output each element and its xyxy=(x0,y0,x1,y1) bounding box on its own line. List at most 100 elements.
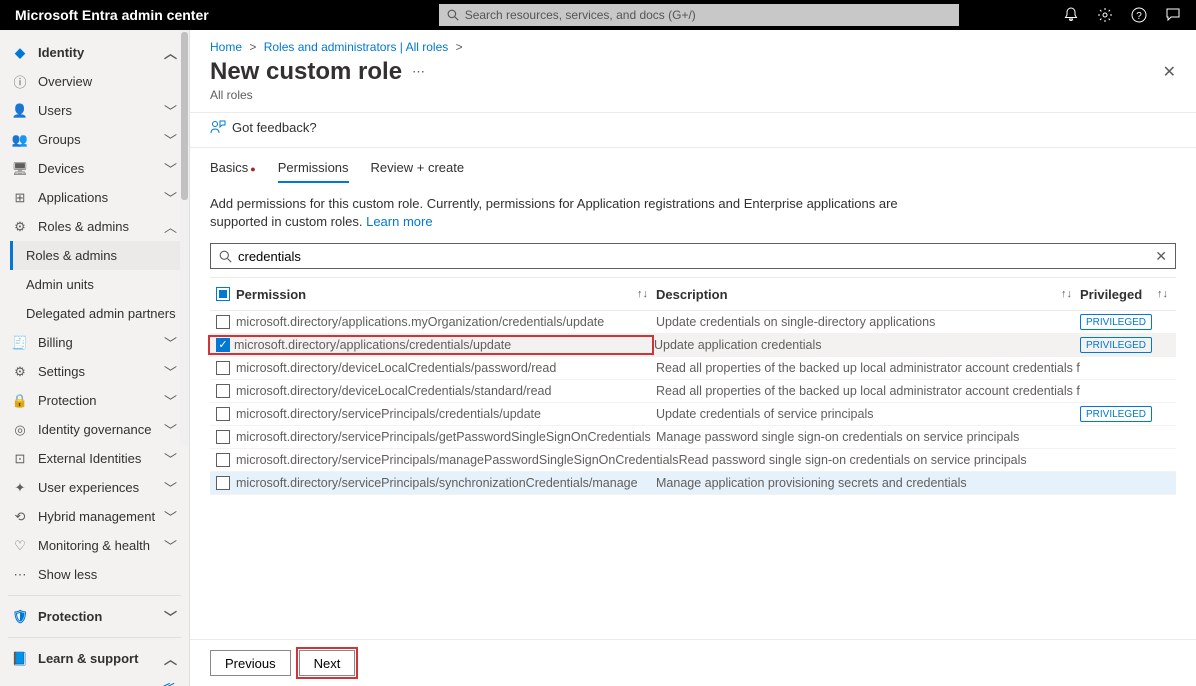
next-button[interactable]: Next xyxy=(299,650,356,676)
table-row[interactable]: microsoft.directory/servicePrincipals/ma… xyxy=(210,449,1176,472)
previous-button[interactable]: Previous xyxy=(210,650,291,676)
person-feedback-icon xyxy=(210,119,226,135)
nav-groups[interactable]: 👥Groups﹀ xyxy=(0,125,189,154)
feedback-icon[interactable] xyxy=(1165,7,1181,23)
nav-protection[interactable]: 🔒Protection﹀ xyxy=(0,386,189,415)
hybrid-icon: ⟲ xyxy=(12,509,28,525)
book-icon: 📘 xyxy=(12,651,28,667)
row-checkbox[interactable] xyxy=(216,430,230,444)
global-search-input[interactable]: Search resources, services, and docs (G+… xyxy=(439,4,959,26)
nav-settings[interactable]: ⚙Settings﹀ xyxy=(0,357,189,386)
table-row[interactable]: microsoft.directory/applications/credent… xyxy=(210,334,1176,357)
row-checkbox[interactable] xyxy=(216,384,230,398)
description-cell: Manage password single sign-on credentia… xyxy=(656,430,1080,444)
chevron-down-icon: ﹀ xyxy=(164,159,177,178)
table-row[interactable]: microsoft.directory/deviceLocalCredentia… xyxy=(210,380,1176,403)
close-icon[interactable]: ✕ xyxy=(1163,62,1176,82)
nav-identity[interactable]: ◆ Identity ︿ xyxy=(0,38,189,67)
chevron-down-icon: ﹀ xyxy=(164,130,177,149)
page-title: New custom role xyxy=(210,58,402,86)
chevron-down-icon: ﹀ xyxy=(164,478,177,497)
sort-icon[interactable]: ↑↓ xyxy=(1157,288,1168,300)
nav-identity-governance[interactable]: ◎Identity governance﹀ xyxy=(0,415,189,444)
sidebar-scrollbar[interactable] xyxy=(180,30,189,445)
chevron-down-icon: ﹀ xyxy=(164,536,177,555)
sidebar-collapse-button[interactable]: ≪ xyxy=(0,673,189,686)
nav-protection-section[interactable]: 🛡Protection﹀ xyxy=(0,602,189,631)
header-privileged[interactable]: Privileged xyxy=(1080,287,1142,302)
nav-devices[interactable]: 🖥Devices﹀ xyxy=(0,154,189,183)
settings-icon[interactable] xyxy=(1097,7,1113,23)
breadcrumb-roles[interactable]: Roles and administrators | All roles xyxy=(264,40,449,54)
row-checkbox[interactable] xyxy=(216,453,230,467)
row-checkbox[interactable] xyxy=(216,407,230,421)
description-cell: Manage application provisioning secrets … xyxy=(656,476,1080,490)
nav-roles-admins[interactable]: ⚙Roles & admins︿ xyxy=(0,212,189,241)
sidebar: ◆ Identity ︿ ⓘOverview 👤Users﹀ 👥Groups﹀ … xyxy=(0,30,190,686)
tab-review-create[interactable]: Review + create xyxy=(371,154,465,183)
svg-text:?: ? xyxy=(1136,11,1142,22)
roles-icon: ⚙ xyxy=(12,219,28,235)
permission-cell: microsoft.directory/servicePrincipals/sy… xyxy=(236,476,656,490)
table-row[interactable]: microsoft.directory/servicePrincipals/sy… xyxy=(210,472,1176,495)
table-header: Permission ↑↓ Description ↑↓ Privileged ↑↓ xyxy=(210,277,1176,311)
description-text: Add permissions for this custom role. Cu… xyxy=(190,183,970,243)
more-actions-icon[interactable]: ⋯ xyxy=(412,64,425,80)
clear-filter-icon[interactable]: ✕ xyxy=(1155,248,1167,265)
billing-icon: 🧾 xyxy=(12,335,28,351)
chevron-up-icon: ︿ xyxy=(164,217,177,236)
permission-cell: microsoft.directory/applications.myOrgan… xyxy=(236,315,656,329)
chevron-down-icon: ﹀ xyxy=(164,101,177,120)
groups-icon: 👥 xyxy=(12,132,28,148)
description-cell: Read all properties of the backed up loc… xyxy=(656,384,1080,398)
header-permission[interactable]: Permission xyxy=(236,287,306,302)
learn-more-link[interactable]: Learn more xyxy=(366,214,432,229)
tab-basics[interactable]: Basics● xyxy=(210,154,256,183)
description-cell: Read all properties of the backed up loc… xyxy=(656,361,1080,375)
divider xyxy=(8,595,181,596)
chevron-up-icon: ︿ xyxy=(164,43,177,62)
external-icon: ⊡ xyxy=(12,451,28,467)
nav-show-less[interactable]: ⋯Show less xyxy=(0,560,189,589)
row-checkbox[interactable] xyxy=(216,361,230,375)
table-row[interactable]: microsoft.directory/servicePrincipals/ge… xyxy=(210,426,1176,449)
page-subtitle: All roles xyxy=(190,88,1196,112)
description-cell: Update application credentials xyxy=(654,338,1080,352)
nav-external-identities[interactable]: ⊡External Identities﹀ xyxy=(0,444,189,473)
table-row[interactable]: microsoft.directory/servicePrincipals/cr… xyxy=(210,403,1176,426)
table-row[interactable]: microsoft.directory/applications.myOrgan… xyxy=(210,311,1176,334)
nav-roles-admins-sub[interactable]: Roles & admins xyxy=(10,241,189,270)
search-icon xyxy=(219,250,232,263)
chevron-down-icon: ﹀ xyxy=(164,449,177,468)
shield-icon: 🛡 xyxy=(12,609,28,625)
breadcrumb-home[interactable]: Home xyxy=(210,40,242,54)
privileged-badge: PRIVILEGED xyxy=(1080,337,1152,353)
select-all-checkbox[interactable] xyxy=(216,287,230,301)
sort-icon[interactable]: ↑↓ xyxy=(637,288,648,300)
nav-delegated-partners[interactable]: Delegated admin partners xyxy=(0,299,189,328)
row-checkbox[interactable] xyxy=(216,476,230,490)
permission-filter-input[interactable]: ✕ xyxy=(210,243,1176,269)
nav-user-experiences[interactable]: ✦User experiences﹀ xyxy=(0,473,189,502)
tab-permissions[interactable]: Permissions xyxy=(278,154,349,183)
nav-applications[interactable]: ⊞Applications﹀ xyxy=(0,183,189,212)
help-icon[interactable]: ? xyxy=(1131,7,1147,23)
row-checkbox[interactable] xyxy=(216,315,230,329)
chevron-down-icon: ﹀ xyxy=(164,333,177,352)
sort-icon[interactable]: ↑↓ xyxy=(1061,288,1072,300)
nav-users[interactable]: 👤Users﹀ xyxy=(0,96,189,125)
nav-hybrid-management[interactable]: ⟲Hybrid management﹀ xyxy=(0,502,189,531)
nav-learn-support[interactable]: 📘Learn & support︿ xyxy=(0,644,189,673)
table-row[interactable]: microsoft.directory/deviceLocalCredentia… xyxy=(210,357,1176,380)
notifications-icon[interactable] xyxy=(1063,7,1079,23)
dots-icon: ⋯ xyxy=(12,567,28,583)
chevron-down-icon: ﹀ xyxy=(164,188,177,207)
nav-admin-units[interactable]: Admin units xyxy=(0,270,189,299)
row-checkbox[interactable] xyxy=(216,338,230,352)
header-description[interactable]: Description xyxy=(656,287,728,302)
nav-monitoring-health[interactable]: ♡Monitoring & health﹀ xyxy=(0,531,189,560)
feedback-link[interactable]: Got feedback? xyxy=(190,113,1196,147)
breadcrumb: Home > Roles and administrators | All ro… xyxy=(190,30,1196,58)
nav-billing[interactable]: 🧾Billing﹀ xyxy=(0,328,189,357)
nav-overview[interactable]: ⓘOverview xyxy=(0,67,189,96)
